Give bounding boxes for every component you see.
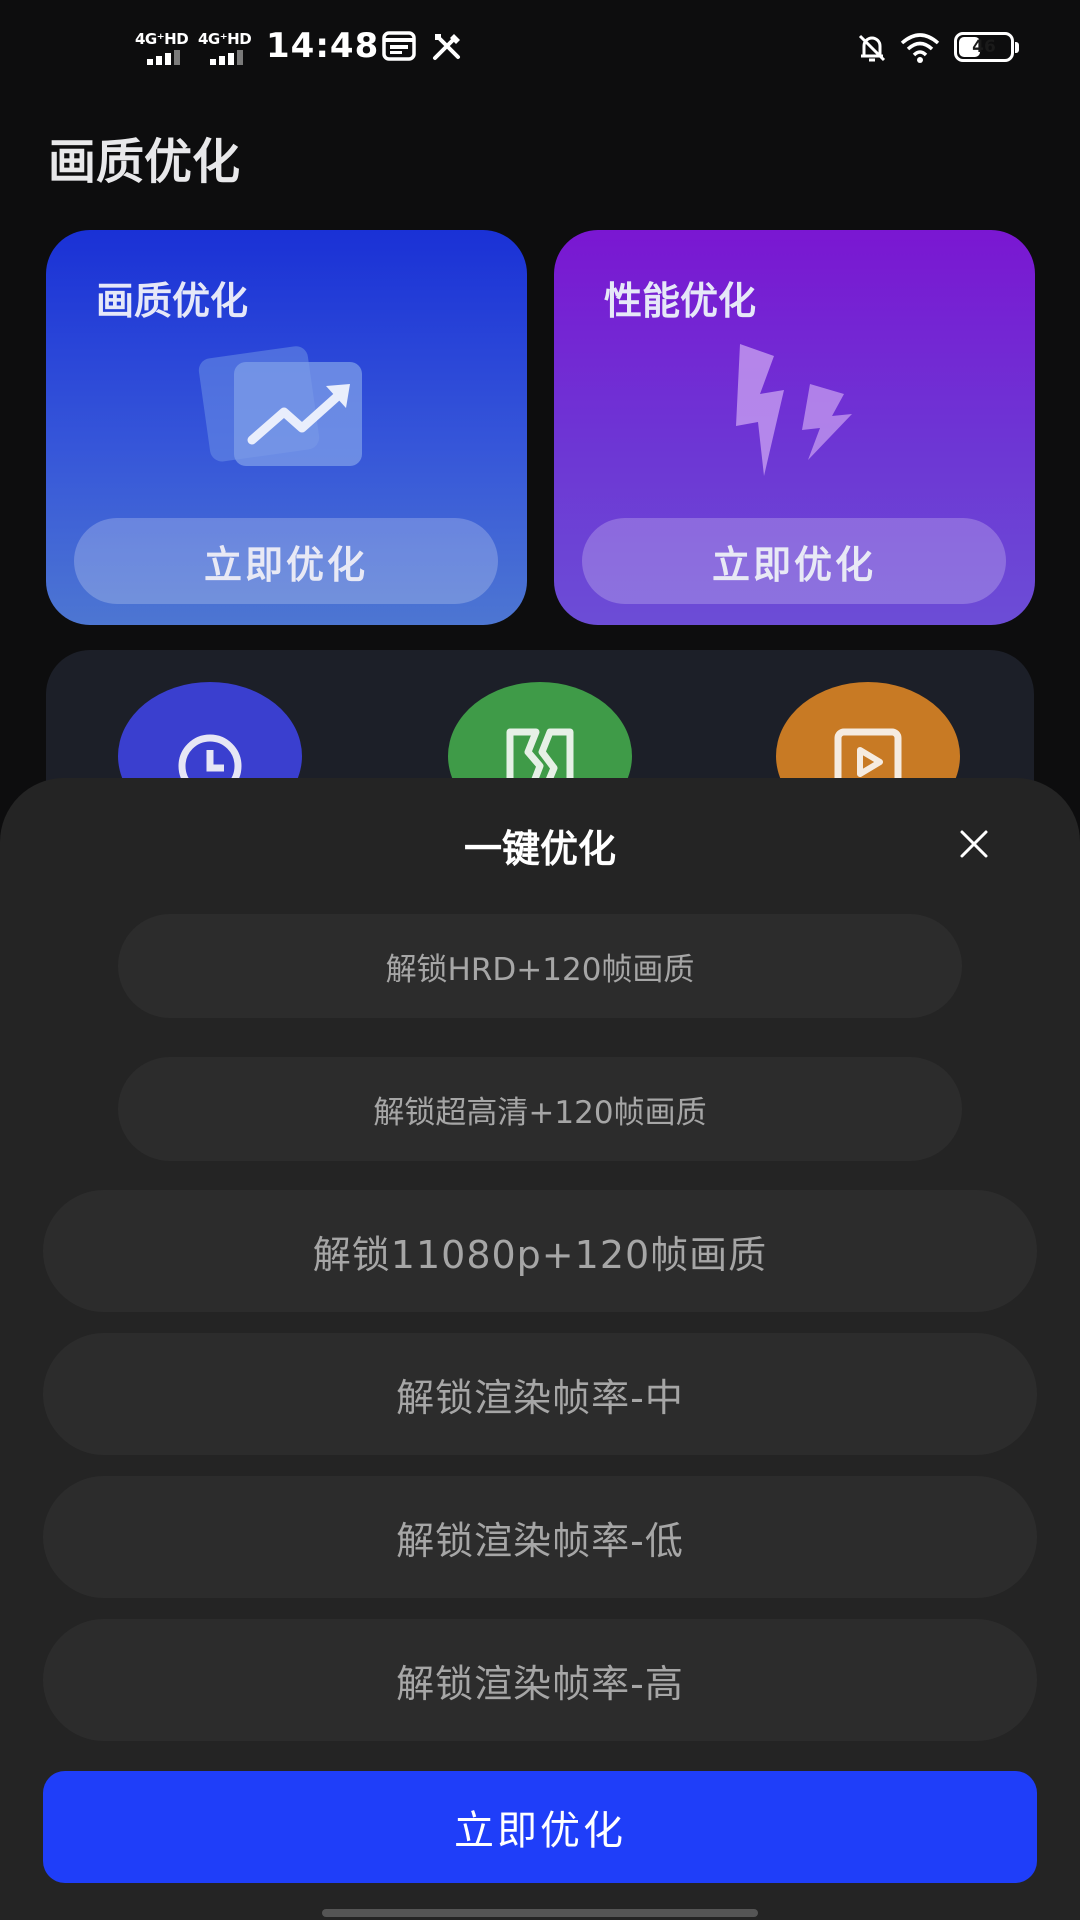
battery-percent: 46	[972, 37, 996, 57]
tools-icon	[433, 34, 460, 60]
sheet-title: 一键优化	[463, 827, 616, 871]
page-title: 画质优化	[48, 134, 241, 190]
sim-card-icon	[382, 31, 416, 61]
card-title: 性能优化	[604, 279, 757, 323]
confirm-optimize-button[interactable]: 立即优化	[43, 1771, 1037, 1883]
optimize-now-button[interactable]: 立即优化	[74, 518, 498, 604]
option-render-fps-low[interactable]: 解锁渲染帧率-低	[43, 1476, 1037, 1598]
image-quality-card[interactable]: 画质优化 立即优化	[46, 230, 527, 625]
lightning-icon	[736, 344, 852, 476]
sim1-network-label: 4G⁺HD	[135, 30, 189, 48]
wifi-icon	[900, 33, 940, 63]
status-bar: 4G⁺HD 4G⁺HD 14:48 46	[0, 0, 1080, 100]
home-indicator[interactable]	[322, 1909, 758, 1917]
performance-card[interactable]: 性能优化 立即优化	[554, 230, 1035, 625]
sim2-network-label: 4G⁺HD	[198, 30, 252, 48]
card-title: 画质优化	[96, 279, 249, 323]
one-click-optimize-sheet: 一键优化 解锁HRD+120帧画质 解锁超高清+120帧画质 解锁11080p+…	[0, 778, 1080, 1920]
option-hdr-120[interactable]: 解锁HRD+120帧画质	[118, 914, 962, 1018]
close-icon[interactable]	[952, 822, 996, 866]
optimize-now-button[interactable]: 立即优化	[582, 518, 1006, 604]
notifications-off-icon	[858, 34, 886, 62]
battery-icon: 46	[954, 32, 1019, 62]
option-ultra-hd-120[interactable]: 解锁超高清+120帧画质	[118, 1057, 962, 1161]
status-time: 14:48	[266, 26, 380, 66]
option-render-fps-high[interactable]: 解锁渲染帧率-高	[43, 1619, 1037, 1741]
sim2-signal-icon: 4G⁺HD	[198, 30, 256, 65]
option-render-fps-medium[interactable]: 解锁渲染帧率-中	[43, 1333, 1037, 1455]
trend-chart-icon	[198, 346, 362, 466]
sim1-signal-icon: 4G⁺HD	[135, 30, 193, 65]
option-1080p-120[interactable]: 解锁11080p+120帧画质	[43, 1190, 1037, 1312]
